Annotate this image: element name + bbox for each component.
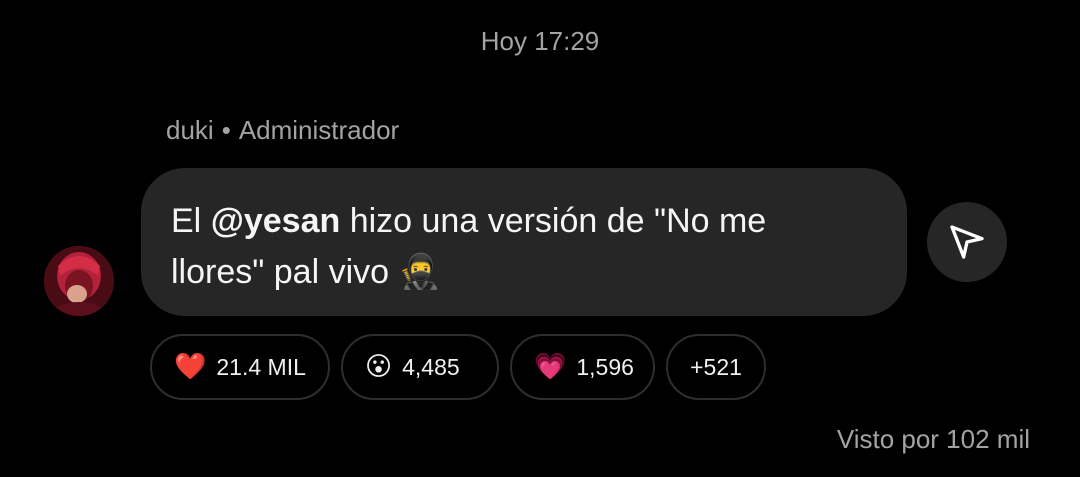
message-timestamp: Hoy 17:29 [480, 26, 600, 56]
paper-plane-icon [950, 225, 984, 259]
message-text-line2: llores" pal vivo [171, 253, 399, 291]
more-reactions-count: +521 [690, 353, 742, 380]
separator-dot: • [221, 115, 231, 145]
chat-screen: Hoy 17:29 duki • Administrador El @yesan h… [0, 0, 1080, 477]
mention-link[interactable]: @yesan [211, 202, 341, 240]
reaction-chip-more[interactable]: +521 [666, 334, 766, 400]
sender-line: duki • Administrador [166, 115, 399, 146]
sender-name[interactable]: duki [166, 115, 214, 145]
share-button[interactable] [927, 202, 1007, 282]
red-heart-emoji: ❤️ [174, 352, 207, 382]
message-text-prefix: El [171, 202, 211, 240]
reaction-count: 21.4 MIL [216, 353, 306, 380]
seen-by-label[interactable]: Visto por 102 mil [837, 424, 1030, 455]
sparkling-heart-emoji: 💗 [534, 352, 567, 382]
reaction-chip-pink-heart[interactable]: 💗 1,596 [510, 334, 655, 400]
avatar-image [44, 246, 114, 316]
sender-avatar[interactable] [44, 246, 114, 316]
message-text-line1: hizo una versión de "No me [340, 202, 767, 240]
sender-role: Administrador [238, 115, 400, 145]
reaction-count: 1,596 [576, 353, 634, 380]
ninja-emoji: 🥷 [398, 252, 441, 292]
reaction-chip-wow[interactable]: 😮 4,485 [341, 334, 499, 400]
reactions-bar: ❤️ 21.4 MIL 😮 4,485 💗 1,596 +521 [150, 334, 766, 400]
reaction-chip-heart[interactable]: ❤️ 21.4 MIL [150, 334, 330, 400]
message-bubble[interactable]: El @yesan hizo una versión de "No me llor… [141, 168, 907, 316]
surprised-face-emoji: 😮 [365, 352, 393, 382]
reaction-count: 4,485 [402, 353, 460, 380]
